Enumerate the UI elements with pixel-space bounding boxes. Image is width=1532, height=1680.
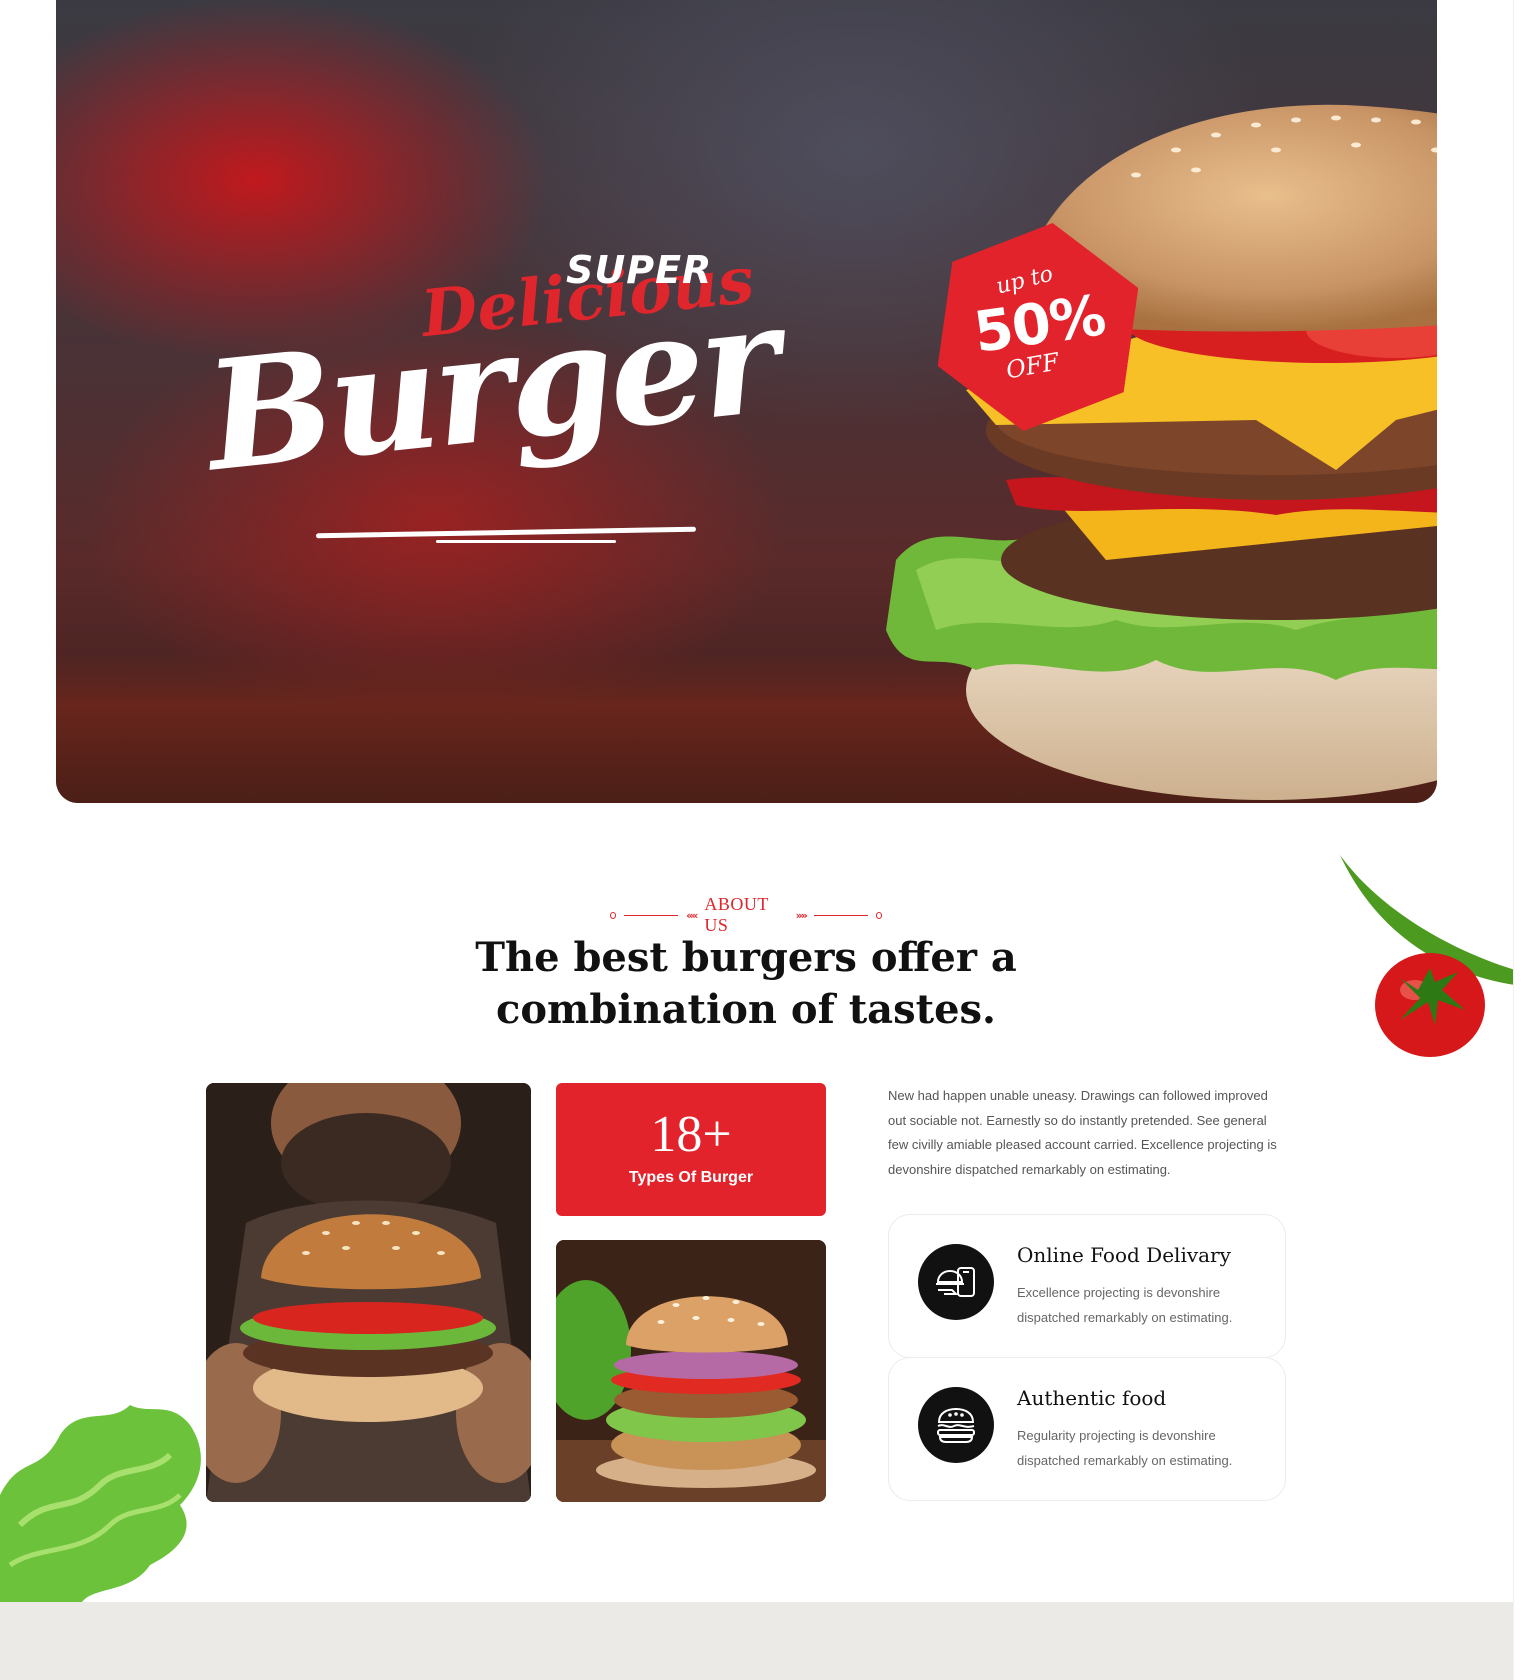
feature-desc-authentic: Regularity projecting is devonshire disp… <box>1017 1428 1233 1468</box>
feature-card-delivery: Online Food Delivary Excellence projecti… <box>888 1214 1286 1358</box>
hero-brush-underline-small <box>436 540 616 543</box>
feature-card-authentic: Authentic food Regularity projecting is … <box>888 1357 1286 1501</box>
delivery-icon <box>918 1244 994 1320</box>
about-eyebrow-label: ABOUT US <box>704 894 769 935</box>
hero-title-burger: Burger <box>198 270 784 506</box>
burger-closeup-photo <box>556 1240 826 1502</box>
about-eyebrow: «« ABOUT US »» <box>610 894 883 935</box>
eyebrow-dot-right <box>875 911 883 919</box>
man-holding-burger-photo <box>206 1083 531 1502</box>
hero-title-lockup: Delicious SUPER Burger <box>198 230 784 560</box>
hero-burger-image <box>886 104 1437 800</box>
burger-types-label: Types Of Burger <box>628 1169 754 1186</box>
hero-brush-underline <box>315 526 697 539</box>
next-section-band <box>0 1602 1513 1680</box>
lettuce-decoration <box>0 1405 201 1605</box>
about-title: The best burgers offer a combination of … <box>475 934 1017 1033</box>
eyebrow-dot-left <box>610 911 617 919</box>
burger-icon <box>918 1387 994 1463</box>
page-scrollbar[interactable] <box>1513 0 1532 1680</box>
tomato-decoration <box>1340 855 1515 1057</box>
eyebrow-line-right <box>813 914 868 916</box>
eyebrow-chevron-right-icon: »» <box>795 908 808 922</box>
burger-types-count: 18+ <box>650 1106 732 1163</box>
burger-types-stat: 18+ Types Of Burger <box>556 1083 826 1216</box>
feature-title-delivery: Online Food Delivary <box>1017 1243 1231 1267</box>
hero-banner: Delicious SUPER Burger up to 50% OFF <box>56 0 1437 803</box>
eyebrow-chevron-left-icon: «« <box>686 908 698 922</box>
about-description: New had happen unable uneasy. Drawings c… <box>888 1088 1277 1177</box>
feature-title-authentic: Authentic food <box>1017 1386 1167 1410</box>
eyebrow-line-left <box>624 914 679 916</box>
feature-desc-delivery: Excellence projecting is devonshire disp… <box>1017 1285 1233 1325</box>
